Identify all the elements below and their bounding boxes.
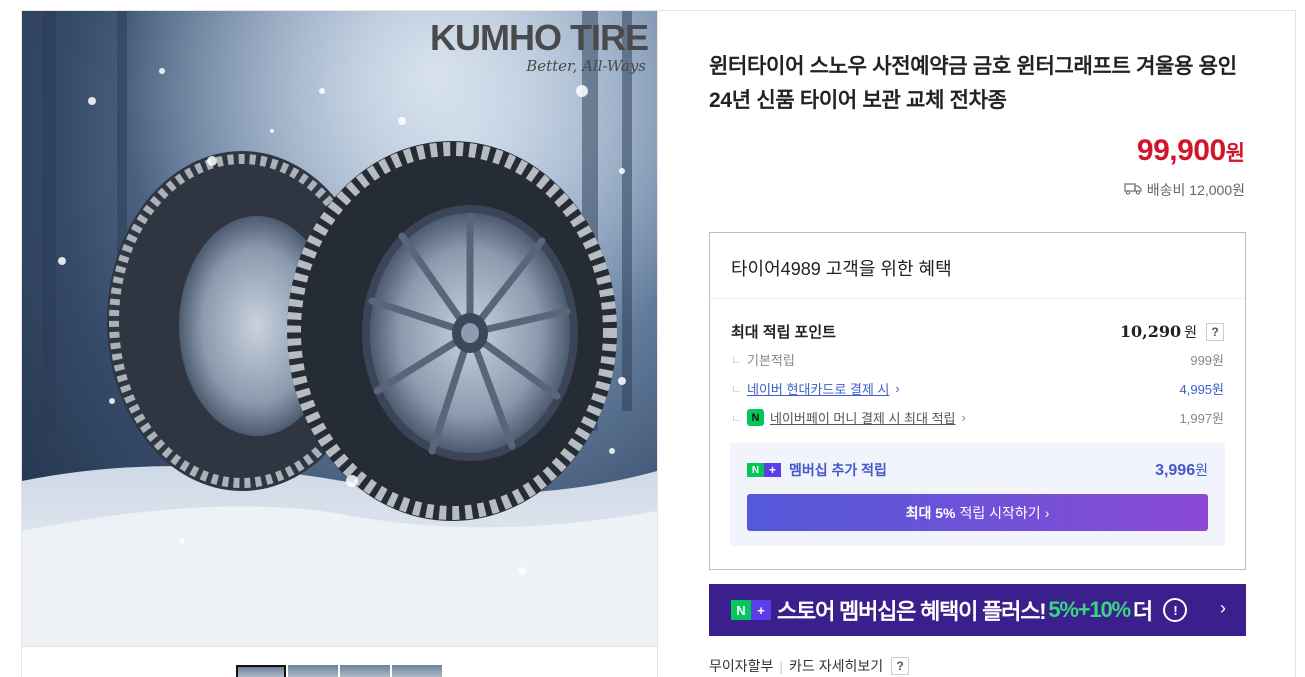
badge-n: N [747, 463, 764, 477]
npay-link[interactable]: N 네이버페이 머니 결제 시 최대 적립 › [731, 408, 966, 427]
thumbnail-4[interactable] [392, 665, 442, 677]
npay-value: 1,997원 [1179, 411, 1225, 426]
membership-unit: 원 [1195, 462, 1208, 478]
brand-logo: KUMHO TIRE Better, All-Ways [430, 15, 654, 85]
tire-illustration [22, 11, 657, 646]
membership-banner[interactable]: N + 스토어 멤버십은 혜택이 플러스! 5%+10% 더 ! › [709, 584, 1246, 636]
price-unit: 원 [1225, 142, 1245, 165]
benefit-title: 타이어4989 고객을 위한 혜택 [731, 259, 952, 279]
card-detail-link[interactable]: 카드 자세히보기 [789, 656, 883, 676]
chevron-right-icon: › [1044, 504, 1050, 521]
help-icon[interactable]: ? [1206, 322, 1224, 341]
banner-suffix: 더 [1132, 599, 1153, 624]
membership-value: 3,996원 [1155, 460, 1208, 480]
payment-links: 무이자할부 | 카드 자세히보기 ? [709, 656, 910, 676]
shipping-fee: 배송비 12,000원 [1124, 180, 1245, 200]
badge-plus: + [751, 600, 771, 620]
max-points-value: 10,290 원 ? [1120, 322, 1224, 342]
thumbnail-strip [236, 665, 442, 677]
max-points-amount: 10,290 [1119, 322, 1182, 341]
start-membership-button[interactable]: 최대 5% 적립 시작하기 › [747, 494, 1208, 531]
max-points-row: 최대 적립 포인트 10,290 원 ? [731, 321, 1224, 342]
banner-main-text: 스토어 멤버십은 혜택이 플러스! [777, 599, 1047, 624]
button-bold-text: 최대 5% [905, 504, 956, 521]
npay-icon: N [747, 409, 764, 426]
membership-amount: 3,996 [1155, 462, 1196, 479]
divider [22, 646, 657, 647]
max-points-label: 최대 적립 포인트 [731, 324, 836, 341]
naver-plus-badge: N + [731, 600, 771, 620]
thumbnail-2[interactable] [288, 665, 338, 677]
product-price: 99,900원 [1137, 134, 1245, 168]
membership-label: N + 멤버십 추가 적립 [747, 460, 887, 480]
membership-row: N + 멤버십 추가 적립 3,996원 [747, 460, 1208, 480]
npay-row[interactable]: N 네이버페이 머니 결제 시 최대 적립 › 1,997원 [731, 408, 1224, 427]
divider: | [779, 658, 784, 674]
product-main-image[interactable]: KUMHO TIRE Better, All-Ways [22, 11, 657, 646]
hyundai-card-row[interactable]: 네이버 현대카드로 결제 시 › 4,995원 [731, 379, 1224, 398]
divider [710, 298, 1245, 299]
badge-plus: + [764, 463, 781, 477]
hyundai-card-label[interactable]: 네이버 현대카드로 결제 시 [747, 379, 889, 398]
chevron-right-icon[interactable]: › [1220, 598, 1226, 619]
banner-highlight: 5%+10% [1048, 597, 1131, 622]
basic-points-label: 기본적립 [731, 350, 795, 369]
price-value: 99,900 [1136, 134, 1226, 167]
basic-points-row: 기본적립 999원 [731, 350, 1224, 369]
button-text: 적립 시작하기 [959, 504, 1041, 521]
npay-label[interactable]: 네이버페이 머니 결제 시 최대 적립 [770, 408, 956, 427]
help-icon[interactable]: ? [891, 657, 910, 675]
benefit-box: 타이어4989 고객을 위한 혜택 최대 적립 포인트 10,290원 ? 기본… [709, 232, 1246, 570]
banner-text: 스토어 멤버십은 혜택이 플러스! 5%+10% 더 ! [777, 594, 1187, 626]
membership-label-text: 멤버십 추가 적립 [789, 462, 887, 478]
chevron-right-icon: › [961, 410, 966, 425]
badge-n: N [731, 600, 751, 620]
installment-link[interactable]: 무이자할부 [709, 656, 773, 676]
hyundai-card-link[interactable]: 네이버 현대카드로 결제 시 › [731, 379, 900, 398]
info-icon[interactable]: ! [1162, 598, 1187, 622]
shipping-label: 배송비 12,000원 [1146, 182, 1245, 198]
membership-panel: N + 멤버십 추가 적립 3,996원 최대 5% 적립 시작하기 › [730, 443, 1225, 546]
basic-points-value: 999원 [1190, 353, 1224, 368]
truck-icon [1124, 182, 1142, 198]
naver-plus-badge: N + [747, 463, 781, 477]
thumbnail-3[interactable] [340, 665, 390, 677]
thumbnail-1[interactable] [236, 665, 286, 677]
hyundai-card-value: 4,995원 [1179, 382, 1225, 397]
max-points-unit: 원 [1184, 323, 1197, 340]
chevron-right-icon: › [895, 381, 900, 396]
brand-name: KUMHO TIRE [430, 17, 649, 58]
divider [657, 11, 658, 677]
brand-slogan: Better, All-Ways [526, 57, 646, 75]
product-title: 윈터타이어 스노우 사전예약금 금호 윈터그래프트 겨울용 용인 24년 신품 … [709, 55, 1237, 112]
